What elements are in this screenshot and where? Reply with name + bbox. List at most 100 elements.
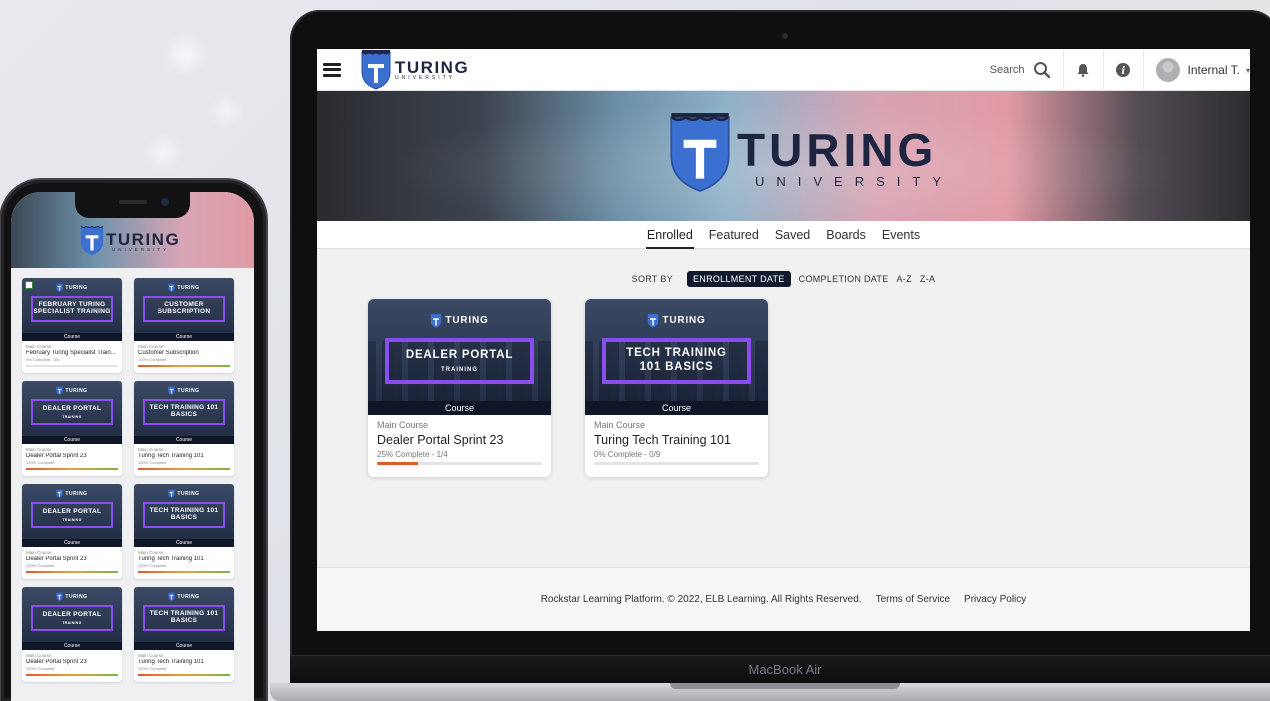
- select-checkbox[interactable]: [25, 281, 33, 289]
- sort-option-z-a[interactable]: Z-A: [920, 274, 935, 284]
- laptop-screen: TURING UNIVERSITY Search i Internal T. ▾…: [317, 49, 1250, 631]
- site-footer: Rockstar Learning Platform. © 2022, ELB …: [317, 567, 1250, 631]
- course-thumbnail-title: TECH TRAINING 101 BASICS: [626, 347, 727, 373]
- phone-course-card[interactable]: TURING DEALER PORTAL TRAINING Course Mai…: [22, 587, 122, 682]
- phone-course-card[interactable]: TURING FEBRUARY TURING SPECIALIST TRAINI…: [22, 278, 122, 373]
- phone-course-progress-bar: [26, 468, 118, 470]
- footer-privacy-link[interactable]: Privacy Policy: [964, 594, 1026, 605]
- phone-course-type: Course: [22, 333, 122, 341]
- sort-option-enrollment-date[interactable]: ENROLLMENT DATE: [686, 271, 791, 287]
- phone-course-card[interactable]: TURING CUSTOMER SUBSCRIPTION Course Main…: [134, 278, 234, 373]
- phone-thumbnail-frame: CUSTOMER SUBSCRIPTION: [143, 296, 225, 322]
- phone-course-title[interactable]: Turing Tech Training 101: [138, 659, 230, 665]
- phone-course-title[interactable]: Turing Tech Training 101: [138, 556, 230, 562]
- course-card[interactable]: TURING TECH TRAINING 101 BASICS Course M…: [585, 299, 768, 477]
- phone-course-category: Main Course: [138, 550, 164, 555]
- course-card[interactable]: TURING DEALER PORTAL TRAINING Course Mai…: [368, 299, 551, 477]
- header-logo[interactable]: TURING UNIVERSITY: [361, 49, 469, 90]
- phone-thumbnail-word: TURING: [177, 490, 200, 497]
- phone-course-title[interactable]: Customer Subscription: [138, 350, 230, 356]
- course-thumbnail-logo: TURING: [368, 313, 551, 328]
- sort-option-a-z[interactable]: A-Z: [897, 274, 912, 284]
- phone-course-card[interactable]: TURING TECH TRAINING 101 BASICS Course M…: [134, 484, 234, 579]
- sort-option-completion-date[interactable]: COMPLETION DATE: [799, 274, 889, 284]
- phone-course-title[interactable]: Dealer Portal Sprint 23: [26, 659, 118, 665]
- course-list: TURING DEALER PORTAL TRAINING Course Mai…: [368, 299, 768, 477]
- tab-enrolled[interactable]: Enrolled: [645, 222, 694, 249]
- phone-course-progress-bar: [138, 674, 230, 676]
- phone-course-progress-text: 100% Complete: [26, 666, 55, 671]
- search-label[interactable]: Search: [990, 64, 1025, 76]
- phone-course-progress-text: 100% Complete: [26, 460, 55, 465]
- background-blob: [170, 40, 200, 70]
- phone-thumbnail-logo: TURING: [134, 592, 234, 601]
- phone-course-category: Main Course: [26, 653, 52, 658]
- user-menu[interactable]: Internal T. ▾: [1142, 49, 1250, 91]
- phone-course-card[interactable]: TURING DEALER PORTAL TRAINING Course Mai…: [22, 381, 122, 476]
- course-title[interactable]: Dealer Portal Sprint 23: [377, 433, 542, 447]
- phone-course-type: Course: [22, 539, 122, 547]
- phone-course-thumbnail: TURING TECH TRAINING 101 BASICS Course: [134, 381, 234, 444]
- phone-screen: TURING UNIVERSITY TURING FEBRUARY TURING…: [11, 192, 254, 701]
- phone-course-type: Course: [22, 436, 122, 444]
- laptop-base: [270, 683, 1270, 701]
- sort-bar: SORT BY ENROLLMENT DATE COMPLETION DATE …: [317, 271, 1250, 287]
- phone-course-type: Course: [134, 333, 234, 341]
- course-thumbnail-logo: TURING: [585, 313, 768, 328]
- course-progress-bar: [377, 462, 542, 465]
- course-category: Main Course: [377, 420, 429, 430]
- tab-boards[interactable]: Boards: [825, 222, 867, 248]
- phone-course-card[interactable]: TURING TECH TRAINING 101 BASICS Course M…: [134, 381, 234, 476]
- tab-events[interactable]: Events: [881, 222, 921, 248]
- banner-logo-subword: UNIVERSITY: [755, 173, 954, 189]
- phone-course-title[interactable]: Turing Tech Training 101: [138, 453, 230, 459]
- phone-thumbnail-title: DEALER PORTAL: [42, 611, 102, 619]
- phone-course-title[interactable]: February Turing Specialist Train...: [26, 350, 118, 356]
- phone-banner-logo: TURING UNIVERSITY: [79, 224, 180, 256]
- phone-course-type: Course: [134, 539, 234, 547]
- phone-thumbnail-word: TURING: [65, 490, 88, 497]
- phone-thumbnail-word: TURING: [177, 593, 200, 600]
- notifications-button[interactable]: [1062, 49, 1103, 91]
- course-title[interactable]: Turing Tech Training 101: [594, 433, 759, 447]
- phone-course-thumbnail: TURING CUSTOMER SUBSCRIPTION Course: [134, 278, 234, 341]
- course-thumbnail: TURING DEALER PORTAL TRAINING Course: [368, 299, 551, 415]
- turing-shield-icon: [168, 489, 176, 498]
- phone-course-type: Course: [134, 436, 234, 444]
- phone-course-progress-bar: [138, 571, 230, 573]
- laptop-camera: [782, 33, 788, 39]
- menu-icon[interactable]: [323, 62, 341, 77]
- phone-course-title[interactable]: Dealer Portal Sprint 23: [26, 453, 118, 459]
- phone-thumbnail-title: FEBRUARY TURING SPECIALIST TRAINING: [33, 300, 111, 315]
- turing-shield-icon: [56, 489, 64, 498]
- top-header: TURING UNIVERSITY Search i Internal T. ▾: [317, 49, 1250, 91]
- phone-course-category: Main Course: [26, 447, 52, 452]
- search-icon[interactable]: [1033, 61, 1051, 79]
- info-button[interactable]: i: [1102, 49, 1143, 91]
- phone-thumbnail-title: CUSTOMER SUBSCRIPTION: [157, 300, 211, 315]
- phone-thumbnail-frame: TECH TRAINING 101 BASICS: [143, 502, 225, 528]
- tab-saved[interactable]: Saved: [774, 222, 811, 248]
- background-blob: [150, 140, 176, 166]
- footer-terms-link[interactable]: Terms of Service: [876, 594, 950, 605]
- turing-shield-icon: [80, 225, 104, 256]
- course-tabs: Enrolled Featured Saved Boards Events: [317, 221, 1250, 249]
- phone-course-thumbnail: TURING DEALER PORTAL TRAINING Course: [22, 381, 122, 444]
- course-thumbnail-subtitle: TRAINING: [441, 366, 478, 373]
- avatar: [1155, 58, 1180, 82]
- phone-course-card[interactable]: TURING TECH TRAINING 101 BASICS Course M…: [134, 587, 234, 682]
- phone-thumbnail-title: TECH TRAINING 101 BASICS: [149, 609, 219, 624]
- turing-shield-icon: [56, 386, 64, 395]
- phone-thumbnail-frame: DEALER PORTAL TRAINING: [31, 399, 113, 425]
- tab-featured[interactable]: Featured: [708, 222, 760, 248]
- phone-course-thumbnail: TURING TECH TRAINING 101 BASICS Course: [134, 484, 234, 547]
- phone-course-card[interactable]: TURING DEALER PORTAL TRAINING Course Mai…: [22, 484, 122, 579]
- phone-logo-word: TURING: [106, 229, 181, 249]
- phone-course-type: Course: [22, 642, 122, 650]
- course-thumbnail-frame: DEALER PORTAL TRAINING: [385, 338, 534, 384]
- phone-course-title[interactable]: Dealer Portal Sprint 23: [26, 556, 118, 562]
- phone-course-progress-bar: [138, 468, 230, 470]
- phone-thumbnail-frame: TECH TRAINING 101 BASICS: [143, 399, 225, 425]
- turing-shield-icon: [670, 113, 730, 192]
- phone-thumbnail-word: TURING: [65, 593, 88, 600]
